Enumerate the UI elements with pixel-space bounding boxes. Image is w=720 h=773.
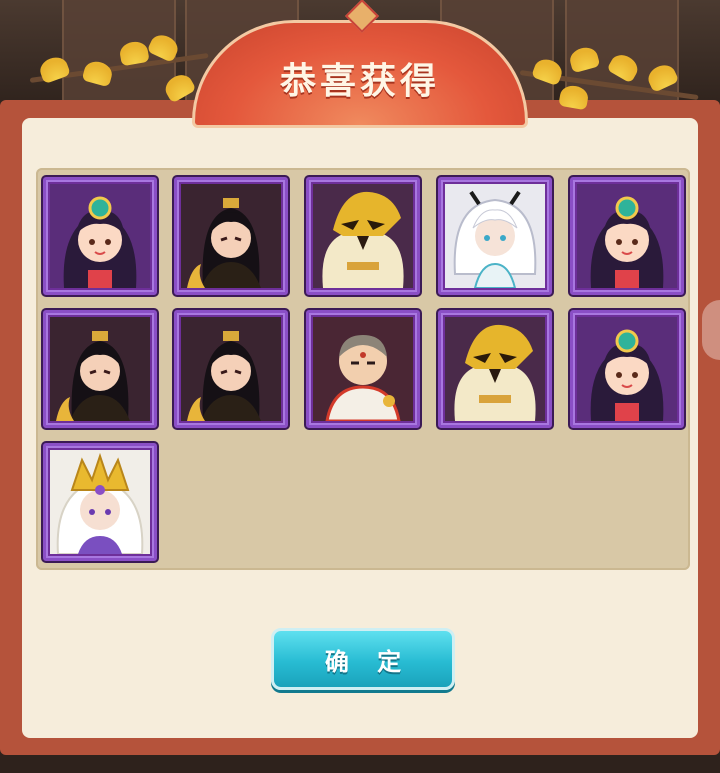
confirm-button-label: 确 定: [324, 647, 412, 676]
dialog-title: 恭喜获得: [279, 61, 440, 102]
hero-portrait-white-hair-icon: [445, 184, 545, 288]
reward-item-emperor[interactable]: [174, 310, 288, 428]
reward-item-golden-mask[interactable]: [438, 310, 552, 428]
reward-item-golden-mask[interactable]: [306, 177, 420, 295]
reward-item-white-hair[interactable]: [438, 177, 552, 295]
reward-item-dancer[interactable]: [570, 310, 684, 428]
reward-item-emperor[interactable]: [43, 310, 157, 428]
side-handle: [702, 300, 720, 360]
hero-portrait-dancer-icon: [50, 184, 150, 288]
hero-portrait-golden-mask-icon: [445, 317, 545, 421]
hero-portrait-monk-icon: [313, 317, 413, 421]
hero-portrait-golden-crown-icon: [50, 450, 150, 554]
hero-portrait-emperor-icon: [50, 317, 150, 421]
hero-portrait-emperor-icon: [181, 184, 281, 288]
hero-portrait-golden-mask-icon: [313, 184, 413, 288]
reward-item-dancer[interactable]: [43, 177, 157, 295]
hero-portrait-emperor-icon: [181, 317, 281, 421]
reward-item-monk[interactable]: [306, 310, 420, 428]
hero-portrait-dancer-icon: [577, 317, 677, 421]
reward-item-golden-crown[interactable]: [43, 443, 157, 561]
reward-item-dancer[interactable]: [570, 177, 684, 295]
hero-portrait-dancer-icon: [577, 184, 677, 288]
confirm-button[interactable]: 确 定: [271, 628, 455, 690]
reward-item-emperor[interactable]: [174, 177, 288, 295]
